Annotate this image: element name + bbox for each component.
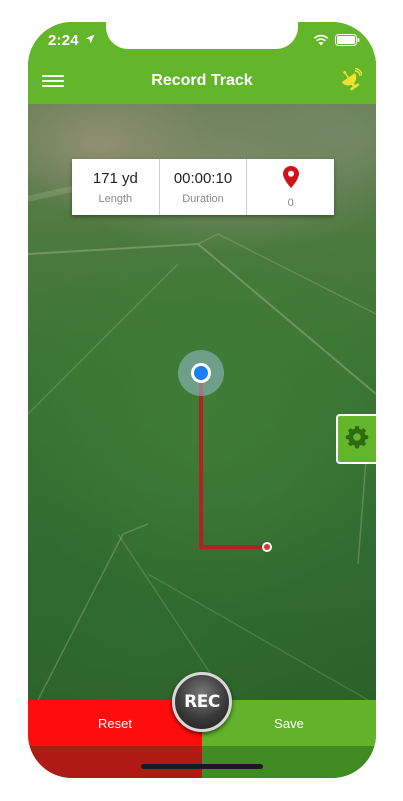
length-stat: 171 yd Length	[72, 159, 159, 215]
phone-screen: 171 yd Length 00:00:10 Duration 0 2:24 R…	[28, 22, 376, 778]
record-button[interactable]: REC	[172, 672, 232, 732]
app-header: 2:24 Record Track	[28, 22, 376, 104]
wifi-icon	[313, 33, 329, 51]
length-value: 171 yd	[92, 169, 138, 187]
track-stats-panel: 171 yd Length 00:00:10 Duration 0	[72, 159, 334, 215]
map-settings-button[interactable]	[336, 414, 376, 464]
page-title: Record Track	[151, 72, 253, 89]
satellite-dish-icon[interactable]	[338, 67, 363, 97]
bottom-strip-right	[202, 746, 376, 778]
length-label: Length	[98, 192, 133, 205]
waypoints-stat[interactable]: 0	[246, 159, 334, 215]
current-location-dot	[191, 363, 211, 383]
duration-value: 00:00:10	[173, 169, 233, 187]
duration-label: Duration	[182, 192, 224, 205]
status-icons	[313, 33, 360, 51]
record-label: REC	[184, 692, 220, 712]
duration-stat: 00:00:10 Duration	[158, 159, 247, 215]
map-pin-icon	[282, 165, 299, 193]
gear-icon	[345, 425, 369, 454]
battery-icon	[335, 33, 360, 51]
home-indicator	[141, 764, 263, 769]
waypoints-count: 0	[287, 196, 294, 209]
bottom-strip-left	[28, 746, 202, 778]
location-arrow-icon	[85, 31, 95, 49]
device-notch	[106, 22, 298, 49]
status-time: 2:24	[48, 32, 79, 49]
